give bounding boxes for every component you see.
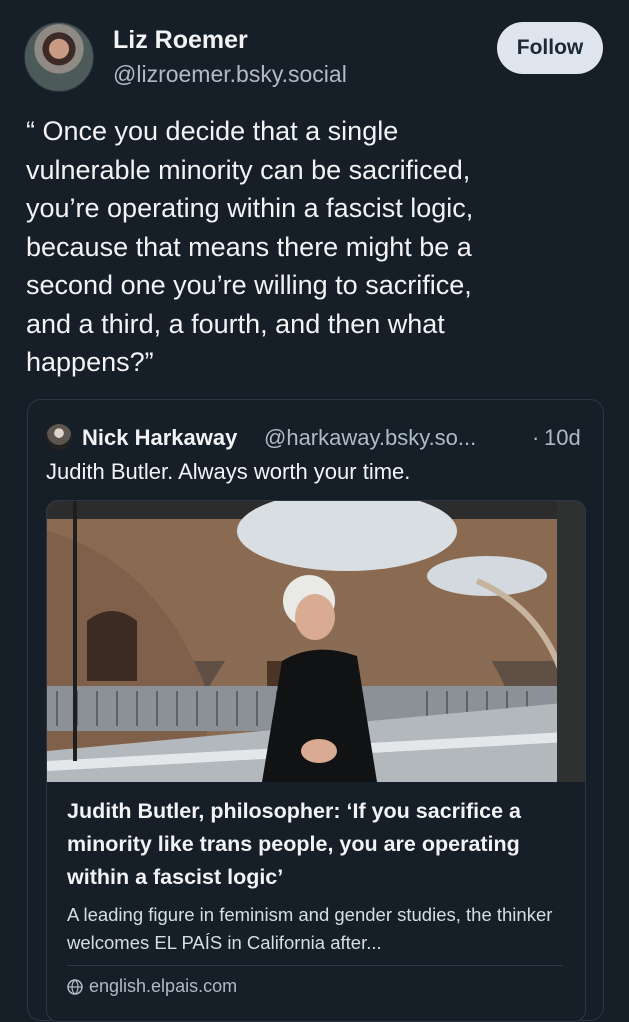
link-preview-card[interactable]: Judith Butler, philosopher: ‘If you sacr…: [46, 500, 586, 1022]
globe-icon: [67, 978, 83, 995]
author-avatar[interactable]: [24, 22, 94, 92]
post-header: Liz Roemer @lizroemer.bsky.social Follow: [0, 0, 629, 110]
post-text: “ Once you decide that a single vulnerab…: [26, 116, 474, 377]
link-card-domain-text[interactable]: english.elpais.com: [89, 976, 237, 997]
quoted-post-text: Judith Butler. Always worth your time.: [46, 459, 411, 484]
post-age[interactable]: 10d: [544, 425, 581, 451]
quoted-author-handle[interactable]: @harkaway.bsky.so...: [264, 425, 476, 451]
link-card-description: A leading figure in feminism and gender …: [67, 904, 553, 953]
link-card-divider: [67, 965, 563, 966]
quoted-author-name[interactable]: Nick Harkaway: [82, 425, 237, 451]
author-name[interactable]: Liz Roemer: [113, 26, 248, 55]
article-photo: [47, 501, 585, 782]
link-card-title: Judith Butler, philosopher: ‘If you sacr…: [67, 799, 521, 889]
author-handle[interactable]: @lizroemer.bsky.social: [113, 61, 347, 88]
follow-button[interactable]: Follow: [497, 22, 603, 74]
quoted-author-avatar[interactable]: [46, 424, 72, 450]
link-card-domain[interactable]: english.elpais.com: [67, 976, 237, 997]
separator-dot: ·: [532, 425, 540, 450]
quoted-post[interactable]: Nick Harkaway @harkaway.bsky.so... · 10d…: [27, 399, 604, 1022]
